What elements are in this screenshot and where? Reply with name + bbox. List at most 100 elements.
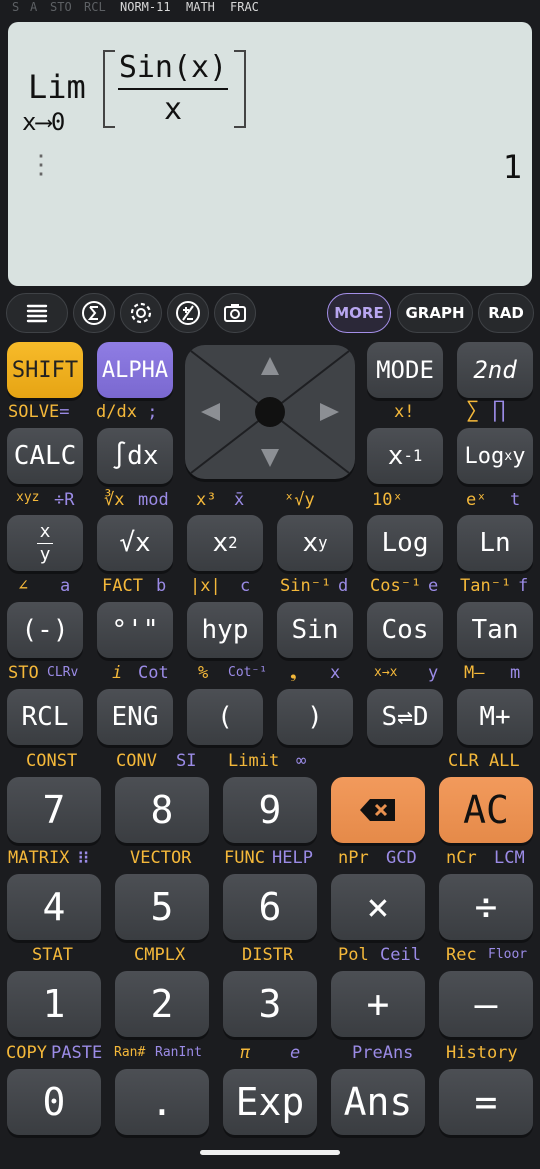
- right-paren-key[interactable]: ): [277, 689, 353, 745]
- second-key[interactable]: 2nd: [457, 342, 533, 398]
- eng-key[interactable]: ENG: [97, 689, 173, 745]
- indicator-frac: FRAC: [230, 0, 259, 14]
- sqrt-key[interactable]: √x: [97, 515, 173, 571]
- label-asin: Sin⁻¹: [280, 576, 332, 596]
- label-acos: Cos⁻¹: [370, 576, 422, 596]
- reciprocal-key[interactable]: x -1: [367, 428, 443, 484]
- digit-7-key[interactable]: 7: [7, 777, 101, 843]
- label-cot: Cot: [138, 663, 169, 683]
- sd-key[interactable]: S⇌D: [367, 689, 443, 745]
- sin-key[interactable]: Sin: [277, 602, 353, 658]
- label-xbar: x̄: [234, 490, 245, 510]
- rcl-key[interactable]: RCL: [7, 689, 83, 745]
- digit-4-key[interactable]: 4: [7, 874, 101, 940]
- label-mod: mod: [138, 490, 169, 510]
- mplus-key[interactable]: M+: [457, 689, 533, 745]
- indicator-norm: NORM-11: [120, 0, 171, 14]
- indicator-math: MATH: [186, 0, 215, 14]
- settings-button[interactable]: [120, 293, 162, 333]
- more-button[interactable]: MORE: [327, 293, 391, 333]
- more-options-icon[interactable]: ⋮: [28, 152, 54, 178]
- tan-key[interactable]: Tan: [457, 602, 533, 658]
- label-c: c: [240, 576, 251, 596]
- fraction-key[interactable]: xy: [7, 515, 83, 571]
- digit-1-key[interactable]: 1: [7, 971, 101, 1037]
- divide-key[interactable]: ÷: [439, 874, 533, 940]
- home-indicator[interactable]: [200, 1150, 340, 1155]
- logxy-key[interactable]: Log x y: [457, 428, 533, 484]
- digit-6-key[interactable]: 6: [223, 874, 317, 940]
- label-mminus: M–: [464, 663, 485, 683]
- all-clear-key[interactable]: AC: [439, 777, 533, 843]
- label-angle: ∠: [18, 576, 29, 596]
- result-value: 1: [502, 148, 522, 186]
- label-clr-all: CLR ALL: [448, 751, 520, 771]
- label-div-r: ÷R: [54, 490, 75, 510]
- minus-key[interactable]: –: [439, 971, 533, 1037]
- camera-button[interactable]: [214, 293, 256, 333]
- cos-key[interactable]: Cos: [367, 602, 443, 658]
- label-i: i: [112, 663, 123, 683]
- calc-key[interactable]: CALC: [7, 428, 83, 484]
- multiply-key[interactable]: ×: [331, 874, 425, 940]
- label-ceil: Ceil: [380, 945, 421, 965]
- menu-button[interactable]: [6, 293, 68, 333]
- label-t: t: [510, 490, 521, 510]
- label-ex: eˣ: [466, 490, 487, 510]
- digit-3-key[interactable]: 3: [223, 971, 317, 1037]
- power-key[interactable]: xy: [277, 515, 353, 571]
- label-xfact: x!: [394, 402, 415, 422]
- label-pol: Pol: [338, 945, 369, 965]
- alpha-key[interactable]: ALPHA: [97, 342, 173, 398]
- ln-key[interactable]: Ln: [457, 515, 533, 571]
- label-stat: STAT: [32, 945, 73, 965]
- digit-2-key[interactable]: 2: [115, 971, 209, 1037]
- digit-8-key[interactable]: 8: [115, 777, 209, 843]
- hyp-key[interactable]: hyp: [187, 602, 263, 658]
- calculator-display[interactable]: Lim x⟶0 Sin(x) x ⋮ 1: [8, 22, 532, 286]
- decimal-key[interactable]: .: [115, 1069, 209, 1135]
- integral-key[interactable]: ∫dx: [97, 428, 173, 484]
- fraction-numerator: Sin(x): [118, 50, 228, 85]
- right-bracket: [234, 50, 246, 128]
- rad-button[interactable]: RAD: [478, 293, 534, 333]
- label-vector: VECTOR: [130, 848, 192, 868]
- negative-key[interactable]: (-): [7, 602, 83, 658]
- label-ran: Ran#: [114, 1045, 146, 1060]
- shift-key[interactable]: SHIFT: [7, 342, 83, 398]
- ans-key[interactable]: Ans: [331, 1069, 425, 1135]
- left-paren-key[interactable]: (: [187, 689, 263, 745]
- equals-key[interactable]: =: [439, 1069, 533, 1135]
- sigma-button[interactable]: [73, 293, 115, 333]
- label-paste: PASTE: [51, 1043, 103, 1063]
- plus-minus-button[interactable]: [167, 293, 209, 333]
- indicator-s: S: [12, 0, 20, 14]
- label-xyz: xyz: [16, 490, 40, 505]
- dpad-arrows-icon: [190, 350, 350, 474]
- label-abs: |x|: [190, 576, 221, 596]
- graph-button[interactable]: GRAPH: [397, 293, 473, 333]
- digit-0-key[interactable]: 0: [7, 1069, 101, 1135]
- digit-9-key[interactable]: 9: [223, 777, 317, 843]
- log-key[interactable]: Log: [367, 515, 443, 571]
- label-cbrt: ∛x: [104, 490, 125, 510]
- mode-key[interactable]: MODE: [367, 342, 443, 398]
- exp-key[interactable]: Exp: [223, 1069, 317, 1135]
- label-matrix: MATRIX: [8, 848, 70, 868]
- gear-icon: [130, 302, 152, 324]
- digit-5-key[interactable]: 5: [115, 874, 209, 940]
- label-npr: nPr: [338, 848, 369, 868]
- backspace-key[interactable]: [331, 777, 425, 843]
- dpad[interactable]: [185, 345, 355, 479]
- matrix-icon: ⁝⁝: [78, 848, 89, 868]
- limit-subscript: x⟶0: [22, 108, 66, 136]
- indicator-a: A: [30, 0, 38, 14]
- plus-key[interactable]: +: [331, 971, 425, 1037]
- label-limit: Limit: [228, 751, 280, 771]
- label-e: e: [428, 576, 439, 596]
- square-key[interactable]: x2: [187, 515, 263, 571]
- dms-key[interactable]: °'": [97, 602, 173, 658]
- backspace-icon: [360, 799, 395, 821]
- label-xroot: ˣ√y: [284, 490, 315, 510]
- label-floor: Floor: [488, 947, 528, 962]
